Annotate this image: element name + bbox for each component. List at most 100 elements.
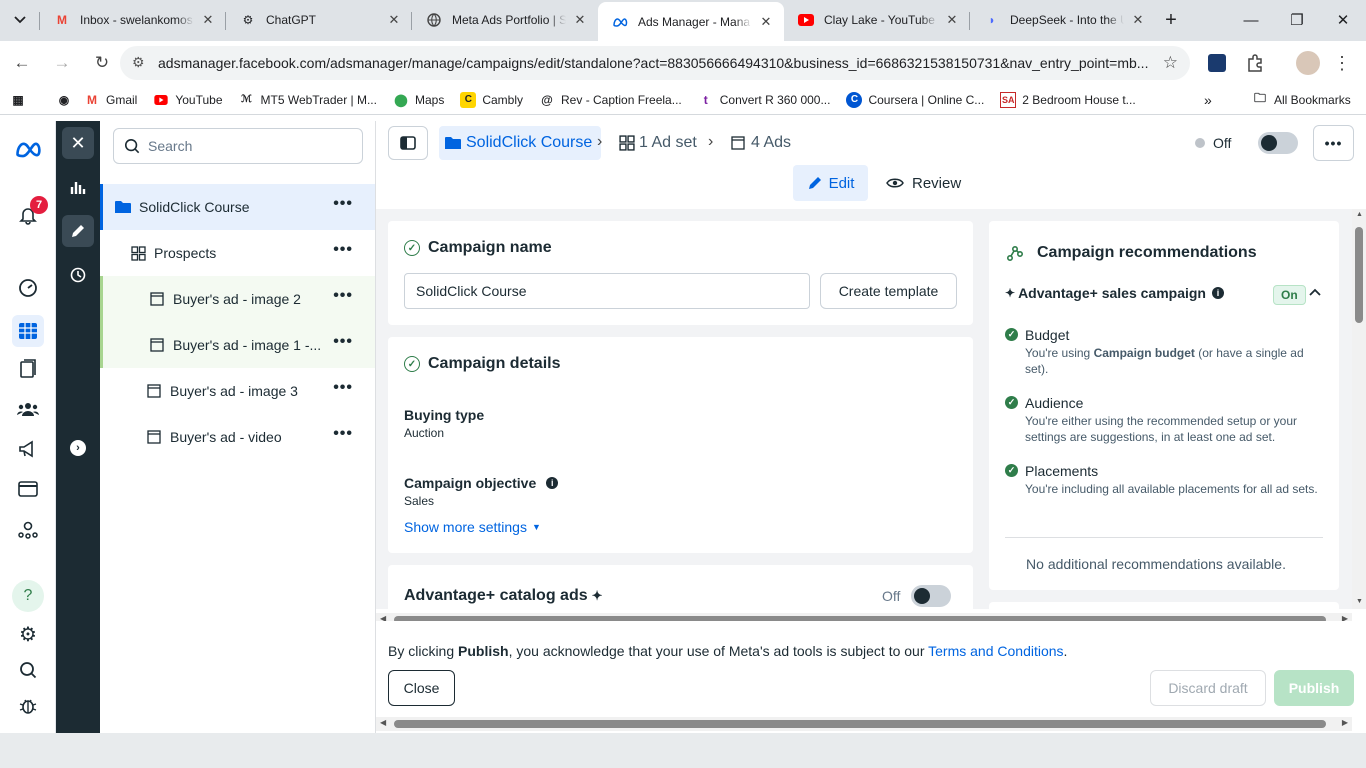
publish-button[interactable]: Publish (1274, 670, 1354, 706)
extensions-puzzle-icon[interactable] (1243, 51, 1267, 75)
bookmark-cambly[interactable]: C Cambly (460, 91, 523, 108)
billing-card-icon[interactable] (14, 475, 42, 503)
notifications-bell-icon[interactable]: 7 (14, 196, 48, 229)
site-info-icon[interactable]: ⚙ (132, 54, 145, 71)
all-bookmarks[interactable]: 🗀 All Bookmarks (1252, 91, 1351, 108)
bookmark-gmail[interactable]: M Gmail (84, 92, 137, 108)
bug-report-icon[interactable] (14, 692, 42, 720)
settings-gear-icon[interactable]: ⚙ (14, 620, 42, 648)
dashboard-gauge-icon[interactable] (14, 274, 42, 302)
scroll-up-icon[interactable]: ▲ (1356, 211, 1363, 218)
create-template-button[interactable]: Create template (820, 273, 957, 309)
breadcrumb-adset[interactable]: 1 Ad set (619, 134, 697, 152)
horizontal-scrollbar[interactable]: ◀ ▶ (376, 717, 1352, 731)
toggle-panel-button[interactable] (388, 126, 428, 160)
bookmark-convert[interactable]: t Convert R 360 000... (698, 92, 831, 108)
forward-button[interactable]: → (44, 45, 80, 81)
more-options-icon[interactable]: ••• (333, 333, 353, 351)
pages-icon[interactable] (14, 355, 42, 383)
edit-tab[interactable]: Edit (793, 165, 868, 201)
close-editor-icon[interactable]: ✕ (62, 127, 94, 159)
bookmark-house[interactable]: SA 2 Bedroom House t... (1000, 91, 1136, 108)
close-tab-icon[interactable]: ✕ (758, 14, 774, 30)
chevron-up-icon[interactable] (1309, 283, 1321, 299)
tree-search-input[interactable]: Search (113, 128, 363, 164)
more-options-icon[interactable]: ••• (333, 241, 353, 259)
more-options-icon[interactable]: ••• (333, 195, 353, 213)
campaigns-table-icon[interactable] (12, 315, 44, 347)
tree-item-adset[interactable]: Prospects ••• (100, 230, 375, 276)
close-tab-icon[interactable]: ✕ (1130, 12, 1146, 28)
meta-logo-icon[interactable] (14, 135, 42, 163)
info-icon[interactable]: i (546, 477, 559, 489)
bookmark-star-icon[interactable]: ☆ (1163, 53, 1178, 73)
advantage-campaign-row[interactable]: ✦ Advantage+ sales campaign i (1005, 285, 1224, 301)
browser-tab[interactable]: ⚙ ChatGPT ✕ (226, 2, 412, 37)
vertical-scrollbar[interactable]: ▲ ▼ (1352, 209, 1366, 609)
scrollbar-thumb[interactable] (394, 720, 1326, 728)
info-icon[interactable]: i (1211, 287, 1224, 299)
url-bar[interactable]: ⚙ adsmanager.facebook.com/adsmanager/man… (120, 46, 1190, 80)
more-bookmarks-icon[interactable]: » (1204, 92, 1212, 108)
browser-tab[interactable]: ◗ DeepSeek - Into the U ✕ (970, 2, 1156, 37)
recommendation-audience: Audience You're either using the recomme… (1005, 395, 1325, 445)
expand-panel-icon[interactable]: › (62, 432, 94, 464)
back-button[interactable]: ← (4, 45, 40, 81)
profile-avatar[interactable] (1296, 51, 1320, 75)
tree-item-ad[interactable]: Buyer's ad - image 1 -... ••• (100, 322, 375, 368)
minimize-icon[interactable]: — (1228, 0, 1274, 40)
breadcrumb-ads[interactable]: 4 Ads (731, 134, 791, 152)
search-icon[interactable] (14, 656, 42, 684)
more-options-icon[interactable]: ••• (333, 287, 353, 305)
scroll-down-icon[interactable]: ▼ (1356, 598, 1363, 605)
campaign-status-toggle[interactable] (1258, 132, 1298, 154)
tree-item-ad[interactable]: Buyer's ad - image 2 ••• (100, 276, 375, 322)
more-options-icon[interactable]: ••• (333, 379, 353, 397)
tree-item-ad[interactable]: Buyer's ad - video ••• (100, 414, 375, 460)
bookmark-youtube[interactable]: YouTube (153, 92, 223, 108)
scroll-left-icon[interactable]: ◀ (380, 718, 386, 727)
bookmark-mt5[interactable]: ℳ MT5 WebTrader | M... (239, 92, 377, 108)
more-options-icon[interactable]: ••• (333, 425, 353, 443)
browser-tab[interactable]: M Inbox - swelankomos ✕ (40, 2, 226, 37)
apps-icon[interactable]: ▦ (10, 92, 26, 108)
close-tab-icon[interactable]: ✕ (572, 12, 588, 28)
business-network-icon[interactable] (14, 515, 42, 543)
terms-link[interactable]: Terms and Conditions (928, 643, 1063, 659)
close-window-icon[interactable]: ✕ (1320, 0, 1366, 40)
show-more-settings-link[interactable]: Show more settings ▼ (404, 519, 541, 535)
campaign-name-input[interactable]: SolidClick Course (404, 273, 810, 309)
audiences-icon[interactable] (14, 395, 42, 423)
bookmark-rev[interactable]: @ Rev - Caption Freela... (539, 92, 682, 108)
history-clock-icon[interactable] (62, 259, 94, 291)
new-tab-button[interactable]: + (1156, 5, 1186, 35)
scrollbar-thumb[interactable] (1355, 227, 1363, 323)
browser-tab-active[interactable]: Ads Manager - Mana ✕ (598, 2, 784, 41)
tree-item-campaign[interactable]: SolidClick Course ••• (100, 184, 375, 230)
breadcrumb-campaign[interactable]: SolidClick Course (439, 126, 602, 160)
more-actions-button[interactable]: ••• (1313, 125, 1354, 161)
ads-megaphone-icon[interactable] (14, 435, 42, 463)
close-tab-icon[interactable]: ✕ (386, 12, 402, 28)
bookmark-maps[interactable]: ⬤ Maps (393, 92, 444, 108)
help-icon[interactable]: ? (12, 580, 44, 612)
restore-icon[interactable]: ❐ (1274, 0, 1320, 40)
browser-tab[interactable]: Meta Ads Portfolio | S ✕ (412, 2, 598, 37)
extension-icon[interactable] (1205, 51, 1229, 75)
bookmark-coursera[interactable]: C Coursera | Online C... (846, 91, 984, 108)
browser-menu-icon[interactable]: ⋮ (1330, 51, 1354, 75)
review-tab[interactable]: Review (886, 165, 961, 201)
discard-draft-button[interactable]: Discard draft (1150, 670, 1266, 706)
globe-bookmark-icon[interactable]: ◉ (56, 92, 72, 108)
browser-tab[interactable]: Clay Lake - YouTube ✕ (784, 2, 970, 37)
close-tab-icon[interactable]: ✕ (200, 12, 216, 28)
reload-button[interactable]: ↻ (84, 45, 120, 81)
edit-pencil-icon[interactable] (62, 215, 94, 247)
scroll-right-icon[interactable]: ▶ (1342, 718, 1348, 727)
tab-search-button[interactable] (0, 2, 40, 37)
performance-chart-icon[interactable] (62, 171, 94, 203)
tree-item-ad[interactable]: Buyer's ad - image 3 ••• (100, 368, 375, 414)
close-tab-icon[interactable]: ✕ (944, 12, 960, 28)
close-button[interactable]: Close (388, 670, 455, 706)
catalog-ads-toggle[interactable] (911, 585, 951, 607)
